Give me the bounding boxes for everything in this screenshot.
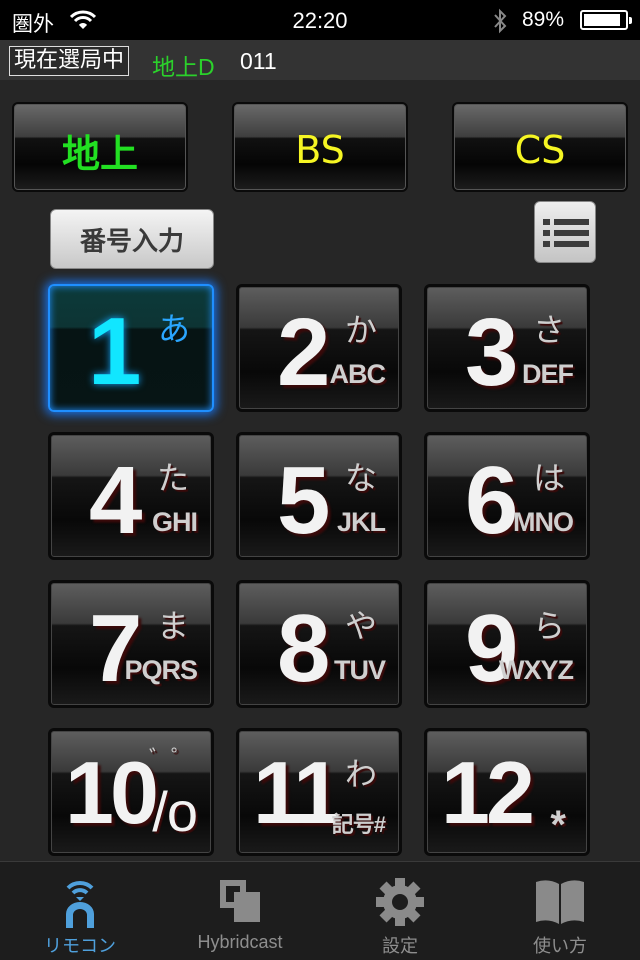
battery-fill [584,14,620,26]
tab-label: 使い方 [533,936,587,956]
key-8[interactable]: 8 や TUV [236,580,402,708]
key-letters: /o [152,780,198,843]
status-bar: 圏外 22:20 89% [0,0,640,40]
tab-hybridcast[interactable]: Hybridcast [160,862,320,960]
key-kana: さ [532,311,565,349]
battery-icon [580,10,632,30]
key-1[interactable]: 1あ [48,284,214,412]
book-icon [536,880,584,924]
band-button-label: CS [514,128,566,172]
current-channel-number: 011 [240,48,277,74]
key-letters: TUV [334,655,386,685]
band-button-terrestrial[interactable]: 地上 [12,102,188,192]
key-10[interactable]: 10 ゛゜ /o [48,728,214,856]
key-kana: ま [156,607,189,645]
key-letters: PQRS [124,655,198,685]
band-button-cs[interactable]: CS [452,102,628,192]
gear-icon [376,878,424,926]
current-channel-label: 現在選局中 [9,46,130,76]
tab-bar: リモコン Hybridcast 設定 使い方 [0,861,640,960]
key-letters: ABC [329,359,386,389]
key-digit: 5 [277,447,330,554]
key-digit: 1 [88,298,141,405]
key-5[interactable]: 5 な JKL [236,432,402,560]
current-band: 地上D [152,54,215,80]
key-7[interactable]: 7 ま PQRS [48,580,214,708]
key-digit: 11 [253,743,342,842]
key-digit: 3 [465,299,518,406]
key-digit: 4 [89,447,142,554]
key-12[interactable]: 12 * [424,728,590,856]
tab-remote[interactable]: リモコン [0,862,160,960]
key-2[interactable]: 2 か ABC [236,284,402,412]
channel-list-button[interactable] [534,201,596,263]
key-letters: DEF [522,359,574,389]
key-kana: あ [157,310,190,348]
key-letters: MNO [513,507,574,537]
key-11[interactable]: 11 わ記号# [236,728,402,856]
tab-label: Hybridcast [197,932,283,952]
tab-label: リモコン [44,936,116,956]
key-digit: 8 [277,595,330,702]
key-kana: ら [532,607,565,645]
remote-icon [66,881,94,928]
current-channel-bar: 現在選局中 地上D 011 [0,40,640,80]
key-kana: た [156,459,189,497]
band-button-label: BS [295,128,345,172]
key-4[interactable]: 4 た GHI [48,432,214,560]
key-9[interactable]: 9 ら WXYZ [424,580,590,708]
number-input-label: 番号入力 [79,226,184,257]
bluetooth-icon [494,8,507,34]
hybridcast-icon [220,880,260,922]
key-letters: * [550,803,566,847]
key-digit: 2 [277,299,330,406]
key-kana: な [344,459,377,497]
key-letters: GHI [151,507,198,537]
tab-settings[interactable]: 設定 [320,862,480,960]
tab-label: 設定 [382,936,418,956]
key-letters: 記号# [331,812,386,837]
key-6[interactable]: 6 は MNO [424,432,590,560]
key-kana: ゛゜ [148,747,193,772]
key-letters: JKL [336,507,386,537]
key-3[interactable]: 3 さ DEF [424,284,590,412]
tab-help[interactable]: 使い方 [480,862,640,960]
band-button-label: 地上 [61,131,138,176]
key-kana: か [344,311,377,349]
band-button-bs[interactable]: BS [232,102,408,192]
key-digit: 10 [65,743,159,842]
key-kana: は [532,459,565,497]
key-letters: WXYZ [499,655,574,685]
key-kana: わ [344,755,377,793]
key-digit: 6 [465,447,518,554]
number-input-button[interactable]: 番号入力 [50,209,214,269]
key-kana: や [344,607,377,645]
battery-percent: 89% [522,8,565,31]
key-digit: 12 [441,743,535,842]
